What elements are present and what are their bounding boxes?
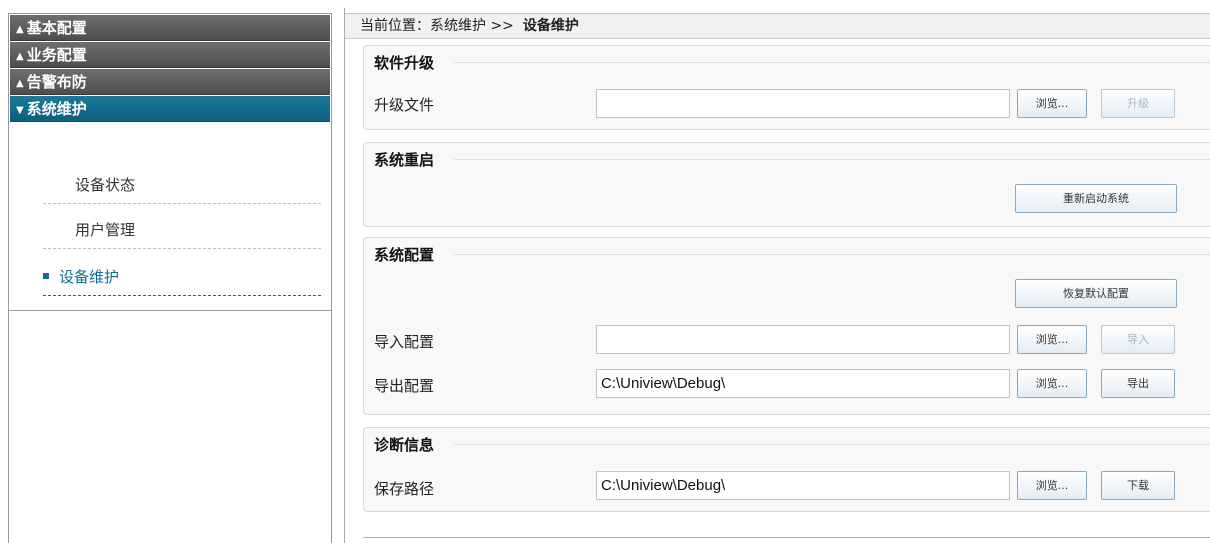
collapse-arrow-icon: ▲ (16, 51, 24, 62)
nav-section-basic-config[interactable]: ▲ 基本配置 (10, 15, 330, 41)
diagnostics-browse-button[interactable]: 浏览... (1017, 471, 1087, 500)
sidebar-item-user-management[interactable]: 用户管理 (43, 219, 321, 249)
nav-section-system-maintenance[interactable]: ▼ 系统维护 (10, 96, 330, 122)
import-button[interactable]: 导入 (1101, 325, 1175, 354)
nav-section-label: 告警布防 (26, 73, 87, 91)
selected-square-icon (43, 273, 49, 279)
export-button[interactable]: 导出 (1101, 369, 1175, 398)
system-reboot-title: 系统重启 (374, 151, 435, 169)
breadcrumb: 当前位置：系统维护 >> 设备维护 (345, 13, 1210, 39)
sidebar: ▲ 基本配置 ▲ 业务配置 ▲ 告警布防 ▼ 系统维护 设备状态 用户管理 设备维护 (8, 13, 332, 543)
diagnostics-title: 诊断信息 (374, 436, 435, 454)
collapse-arrow-icon: ▲ (16, 78, 24, 89)
sidebar-item-label: 用户管理 (75, 221, 136, 239)
breadcrumb-current: 设备维护 (522, 18, 579, 34)
nav-section-label: 基本配置 (26, 19, 87, 37)
expand-arrow-icon: ▼ (16, 105, 24, 116)
breadcrumb-prefix: 当前位置： (360, 18, 430, 34)
export-path-input[interactable]: C:\Uniview\Debug\ (596, 369, 1010, 398)
diagnostics-group: 诊断信息 保存路径 C:\Uniview\Debug\ 浏览... 下载 (363, 427, 1210, 512)
software-upgrade-group: 软件升级 升级文件 浏览... 升级 (363, 45, 1210, 130)
system-reboot-group: 系统重启 重新启动系统 (363, 142, 1210, 227)
export-config-label: 导出配置 (374, 377, 435, 395)
collapse-arrow-icon: ▲ (16, 24, 24, 35)
save-path-label: 保存路径 (374, 480, 435, 498)
sidebar-item-label: 设备状态 (75, 176, 136, 194)
save-path-input[interactable]: C:\Uniview\Debug\ (596, 471, 1010, 500)
breadcrumb-parent: 系统维护 >> (430, 18, 514, 34)
upgrade-browse-button[interactable]: 浏览... (1017, 89, 1087, 118)
nav-section-label: 业务配置 (26, 46, 87, 64)
system-config-group: 系统配置 恢复默认配置 导入配置 浏览... 导入 导出配置 C:\Univie… (363, 237, 1210, 415)
sidebar-item-device-maintenance[interactable]: 设备维护 (43, 266, 321, 296)
group-title-divider (454, 62, 1210, 63)
import-config-label: 导入配置 (374, 333, 435, 351)
software-upgrade-title: 软件升级 (374, 54, 435, 72)
group-title-divider (454, 444, 1210, 445)
nav-section-label: 系统维护 (26, 100, 87, 118)
download-button[interactable]: 下载 (1101, 471, 1175, 500)
sidebar-item-label: 设备维护 (59, 268, 120, 286)
export-browse-button[interactable]: 浏览... (1017, 369, 1087, 398)
upgrade-file-label: 升级文件 (374, 96, 435, 114)
reboot-system-button[interactable]: 重新启动系统 (1015, 184, 1177, 213)
group-title-divider (454, 254, 1210, 255)
nav-section-alarm-arming[interactable]: ▲ 告警布防 (10, 69, 330, 95)
content-bottom-divider (363, 537, 1210, 538)
content-divider (344, 8, 345, 543)
system-config-title: 系统配置 (374, 246, 435, 264)
import-config-input[interactable] (596, 325, 1010, 354)
sidebar-item-device-status[interactable]: 设备状态 (43, 174, 321, 204)
import-browse-button[interactable]: 浏览... (1017, 325, 1087, 354)
upgrade-button[interactable]: 升级 (1101, 89, 1175, 118)
upgrade-file-input[interactable] (596, 89, 1010, 118)
group-title-divider (454, 159, 1210, 160)
nav-section-service-config[interactable]: ▲ 业务配置 (10, 42, 330, 68)
system-maintenance-submenu: 设备状态 用户管理 设备维护 (9, 151, 331, 311)
restore-default-config-button[interactable]: 恢复默认配置 (1015, 279, 1177, 308)
